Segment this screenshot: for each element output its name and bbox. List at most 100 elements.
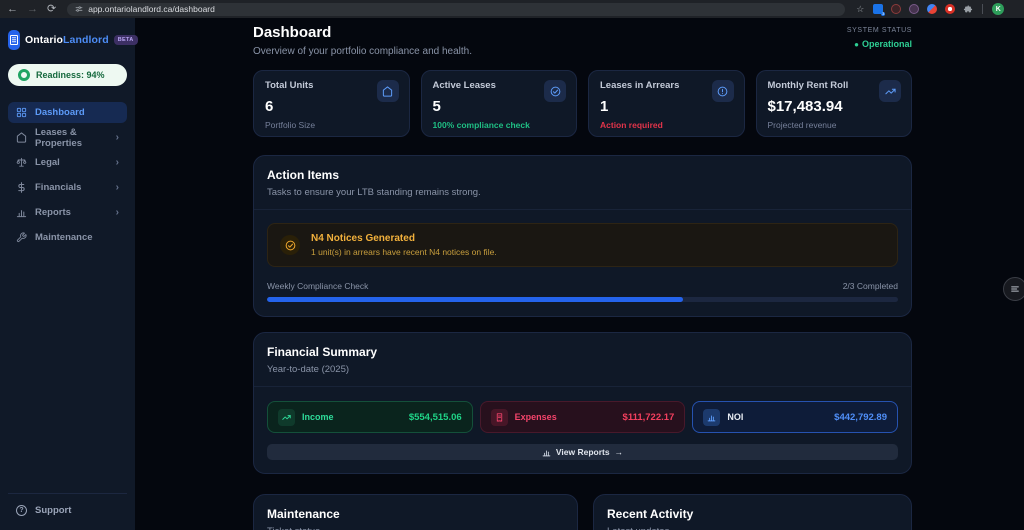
trending-up-icon [278,408,295,426]
arrow-right-icon: → [614,447,624,457]
metric-value: $111,722.17 [622,411,675,423]
bar-chart-icon [542,448,551,457]
maintenance-title: Maintenance [267,507,340,521]
stat-card-monthly-rent-roll: Monthly Rent Roll $17,483.94 Projected r… [755,70,912,137]
extensions-puzzle-icon[interactable] [963,4,973,14]
stat-value: 6 [265,98,274,115]
forward-icon[interactable]: → [27,0,38,18]
chevron-right-icon: › [115,157,119,168]
readiness-ring-icon [18,69,30,81]
stat-card-total-units: Total Units 6 Portfolio Size [253,70,410,137]
bar-chart-icon [16,207,27,218]
site-settings-icon[interactable] [75,5,83,13]
bar-chart-icon [703,408,721,426]
chevron-right-icon: › [115,207,119,218]
trending-up-icon [879,80,901,102]
url-text: app.ontariolandlord.ca/dashboard [88,4,215,14]
sidebar-item-legal[interactable]: Legal › [8,152,127,173]
system-status-label: SYSTEM STATUS [846,27,912,34]
sidebar-item-maintenance[interactable]: Maintenance [8,227,127,248]
readiness-label: Readiness: 94% [36,70,105,80]
feedback-widget-button[interactable] [1003,277,1024,301]
stat-sub: 100% compliance check [432,120,530,130]
stats-row: Total Units 6 Portfolio Size Active Leas… [253,70,912,137]
toolbar-divider [982,4,984,14]
building-logo-icon [8,30,20,50]
action-items-subtitle: Tasks to ensure your LTB standing remain… [267,187,481,198]
stat-card-leases-in-arrears: Leases in Arrears 1 Action required [588,70,745,137]
page-subtitle: Overview of your portfolio compliance an… [253,46,473,57]
home-icon [376,80,399,102]
reload-icon[interactable]: ⟳ [47,0,56,18]
beta-badge: BETA [113,35,138,45]
sidebar-item-label: Financials [35,182,82,193]
action-items-card: Action Items Tasks to ensure your LTB st… [253,155,912,317]
extension-icon[interactable] [927,4,938,14]
alert-title: N4 Notices Generated [311,233,415,244]
stat-sub: Projected revenue [767,120,837,130]
chevron-right-icon: › [115,132,119,143]
expenses-metric: Expenses $111,722.17 [479,401,686,433]
sidebar-item-financials[interactable]: Financials › [8,177,127,198]
sidebar-item-support[interactable]: ? Support [8,493,127,518]
stat-sub: Portfolio Size [265,120,316,130]
support-label: Support [35,505,72,516]
back-icon[interactable]: ← [7,0,18,18]
financial-summary-card: Financial Summary Year-to-date (2025) In… [253,332,912,474]
readiness-badge[interactable]: Readiness: 94% [8,64,127,86]
sidebar-item-dashboard[interactable]: Dashboard [8,102,127,123]
progress-status: 2/3 Completed [842,281,898,291]
address-bar[interactable]: app.ontariolandlord.ca/dashboard [67,2,846,16]
sidebar-item-label: Reports [35,207,71,218]
home-icon [16,132,27,143]
sidebar-item-label: Leases & Properties [35,126,82,149]
extension-icon[interactable] [909,4,920,14]
n4-notices-alert[interactable]: N4 Notices Generated 1 unit(s) in arrear… [267,223,898,267]
app-name: OntarioLandlord [25,34,109,46]
noi-metric: NOI $442,792.89 [692,401,899,433]
progress-label: Weekly Compliance Check [267,281,369,291]
sidebar-item-label: Legal [35,157,60,168]
metric-value: $442,792.89 [834,411,888,423]
main-content: Dashboard Overview of your portfolio com… [135,18,1024,530]
profile-avatar[interactable]: K [992,3,1005,15]
help-circle-icon: ? [16,505,27,516]
dollar-icon [16,182,27,193]
metric-label: Income [302,412,334,422]
sidebar-item-label: Dashboard [35,107,85,118]
view-reports-button[interactable]: View Reports → [267,444,898,460]
screen: ← → ⟳ app.ontariolandlord.ca/dashboard ☆… [0,0,1024,530]
metric-value: $554,515.06 [408,411,462,423]
financial-summary-title: Financial Summary [267,345,378,359]
page-header: Dashboard Overview of your portfolio com… [253,24,912,57]
scales-icon [16,157,27,168]
recent-activity-card: Recent Activity Latest updates N13 Notic… [593,494,912,530]
progress-bar [267,297,898,302]
system-status-value: ● Operational [854,39,912,49]
metric-label: NOI [727,412,744,422]
extension-icon[interactable]: 3 [873,4,886,16]
sidebar-item-label: Maintenance [35,232,93,243]
stat-card-active-leases: Active Leases 5 100% compliance check [420,70,577,137]
chevron-right-icon: › [115,182,119,193]
income-metric: Income $554,515.06 [267,401,473,433]
check-circle-icon [280,235,300,255]
sidebar: OntarioLandlord BETA Readiness: 94% Dash… [0,18,138,530]
extension-icon[interactable] [891,4,902,14]
alert-circle-icon [711,80,734,102]
sidebar-item-leases-properties[interactable]: Leases & Properties › [8,126,127,149]
progress-fill [267,297,684,302]
sidebar-nav: Dashboard Leases & Properties › Legal › [8,102,127,248]
app-logo: OntarioLandlord BETA [8,28,138,56]
browser-toolbar: ← → ⟳ app.ontariolandlord.ca/dashboard ☆… [0,0,1024,18]
check-circle-icon [544,80,566,102]
stat-sub: Action required [600,120,663,130]
receipt-icon [490,408,508,426]
sidebar-item-reports[interactable]: Reports › [8,202,127,223]
action-items-title: Action Items [267,168,340,182]
extensions-row: 3 [873,4,973,16]
recent-activity-title: Recent Activity [607,507,694,521]
view-reports-label: View Reports [555,447,610,457]
bookmark-icon[interactable]: ☆ [856,4,864,15]
extension-icon[interactable] [945,4,956,14]
